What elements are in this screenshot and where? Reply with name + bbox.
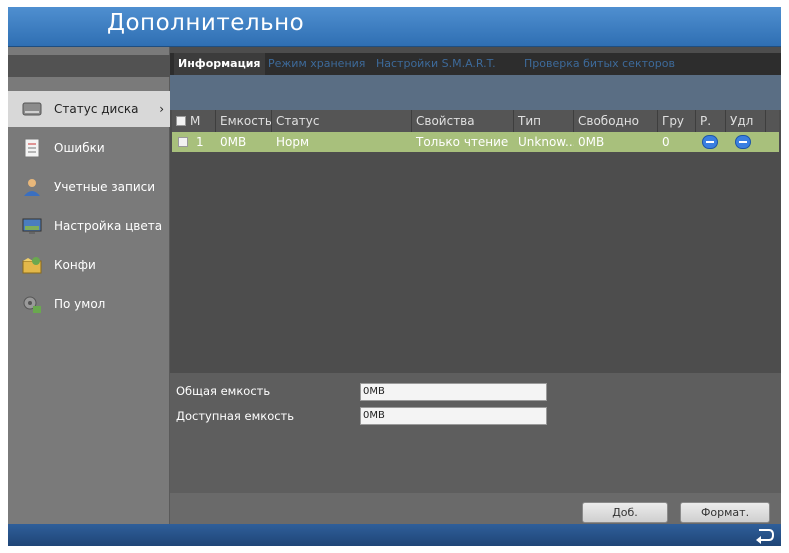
row-group: 0: [662, 135, 670, 149]
sidebar-item-color-settings[interactable]: Настройка цвета: [8, 208, 170, 244]
tab-storage-mode[interactable]: Режим хранения: [264, 53, 369, 75]
col-header-free: Свободно: [574, 110, 658, 132]
sidebar-item-label: Настройка цвета: [54, 219, 163, 233]
col-header-status: Статус: [272, 110, 412, 132]
back-icon[interactable]: [753, 526, 775, 544]
sidebar-item-accounts[interactable]: Учетные записи: [8, 169, 170, 205]
sidebar-item-errors[interactable]: Ошибки: [8, 130, 170, 166]
sidebar-header: [8, 55, 170, 77]
log-icon: [21, 138, 43, 158]
available-capacity-label: Доступная емкость: [176, 409, 295, 423]
main-panel: Информация Режим хранения Настройки S.M.…: [170, 47, 781, 524]
tab-bad-sector-check[interactable]: Проверка битых секторов: [520, 53, 679, 75]
row-capacity: 0MB: [220, 135, 247, 149]
tab-smart-settings[interactable]: Настройки S.M.A.R.T.: [372, 53, 500, 75]
sidebar-item-label: Ошибки: [54, 141, 105, 155]
sidebar-item-label: Учетные записи: [54, 180, 156, 194]
col-header-capacity: Емкость: [216, 110, 272, 132]
sidebar-item-defaults[interactable]: По умол: [8, 286, 170, 322]
sidebar-item-disk-status[interactable]: Статус диска ›: [8, 91, 170, 127]
col-header-type: Тип: [514, 110, 574, 132]
row-checkbox[interactable]: [178, 137, 188, 147]
display-icon: [21, 216, 43, 236]
col-header-edit: Р.: [696, 110, 726, 132]
row-status: Норм: [276, 135, 310, 149]
available-capacity-field: 0MB: [360, 407, 547, 425]
format-button[interactable]: Формат.: [680, 502, 770, 523]
tab-bar: Информация Режим хранения Настройки S.M.…: [170, 53, 781, 75]
config-icon: [21, 255, 43, 275]
row-property: Только чтение: [416, 135, 509, 149]
capacity-info-panel: Общая емкость 0MB Доступная емкость 0MB: [170, 373, 781, 493]
footer-bar: [8, 524, 781, 546]
table-row[interactable]: 1 0MB Норм Только чтение Unknow... 0MB 0: [172, 132, 779, 152]
total-capacity-field: 0MB: [360, 383, 547, 401]
col-header-group: Гру: [658, 110, 696, 132]
col-header-m: M: [172, 110, 216, 132]
user-icon: [21, 177, 43, 197]
col-header-delete: Удл: [726, 110, 766, 132]
sidebar-item-label: По умол: [54, 297, 106, 311]
table-header: M Емкость Статус Свойства Тип Свободно Г…: [172, 110, 779, 132]
sidebar-item-label: Статус диска: [54, 102, 139, 116]
title-bar: Дополнительно: [8, 7, 781, 47]
sidebar-item-config[interactable]: Конфи: [8, 247, 170, 283]
tab-content-header: [170, 75, 781, 110]
chevron-right-icon: ›: [159, 102, 164, 116]
default-icon: [21, 294, 43, 314]
total-capacity-label: Общая емкость: [176, 384, 271, 398]
edit-button[interactable]: [702, 135, 718, 149]
window-title: Дополнительно: [107, 10, 305, 36]
row-number: 1: [196, 135, 204, 149]
app-window: Дополнительно Статус диска › Ошибки Учет…: [8, 7, 781, 546]
action-bar: Доб. Формат.: [170, 493, 781, 524]
sidebar-item-label: Конфи: [54, 258, 96, 272]
hdd-icon: [21, 99, 43, 119]
add-button[interactable]: Доб.: [582, 502, 668, 523]
table-body: [172, 152, 779, 373]
select-all-checkbox[interactable]: [176, 116, 186, 126]
row-free: 0MB: [578, 135, 605, 149]
col-header-property: Свойства: [412, 110, 514, 132]
sidebar: Статус диска › Ошибки Учетные записи Нас…: [8, 47, 170, 524]
delete-button[interactable]: [735, 135, 751, 149]
tab-info[interactable]: Информация: [174, 53, 265, 75]
row-type: Unknow...: [518, 135, 574, 149]
